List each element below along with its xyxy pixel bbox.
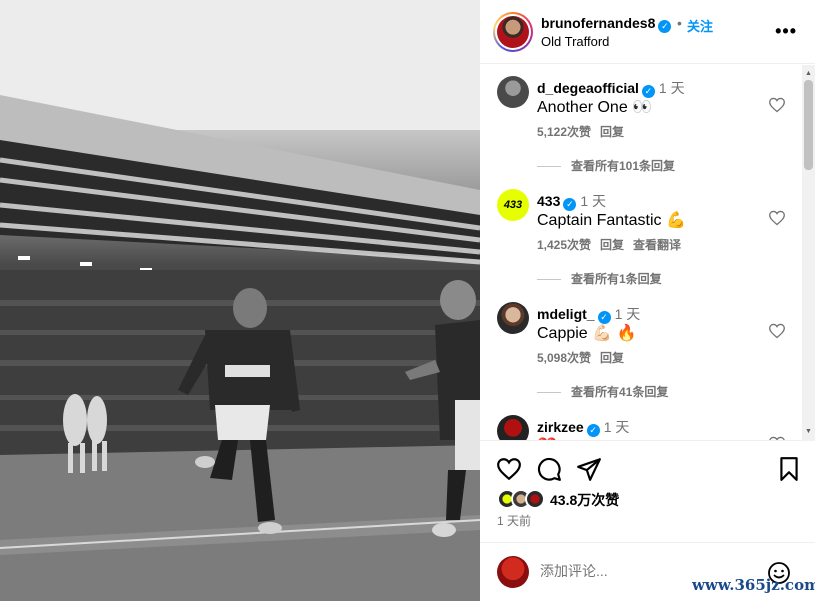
comment-like-count[interactable]: 1,425次赞: [537, 238, 591, 252]
scroll-down-arrow-icon[interactable]: ▼: [805, 428, 812, 435]
comment-time: 1 天: [614, 306, 641, 322]
heart-icon[interactable]: [768, 210, 786, 226]
verified-badge-icon: ✓: [658, 20, 672, 33]
like-count[interactable]: 43.8万次赞: [550, 490, 619, 510]
follow-button[interactable]: 关注: [687, 16, 713, 35]
heart-icon[interactable]: [768, 97, 786, 113]
comment-meta: 5,098次赞 回复: [537, 349, 633, 366]
current-user-avatar: [497, 556, 529, 588]
verified-badge-icon: ✓: [586, 424, 600, 437]
reply-button[interactable]: 回复: [600, 351, 624, 365]
comments-list[interactable]: d_degeaofficial ✓ 1 天 Another One 👀 5,122次…: [480, 65, 815, 441]
commenter-username[interactable]: 433 ✓ 1 天: [537, 191, 606, 211]
commenter-username[interactable]: zirkzee ✓ 1 天: [537, 417, 629, 437]
more-options-icon[interactable]: •••: [775, 21, 797, 42]
share-send-icon[interactable]: [576, 456, 602, 482]
commenter-avatar[interactable]: [497, 302, 529, 334]
watermark-text: www.365jz.com: [692, 576, 815, 594]
author-username[interactable]: brunofernandes8 ✓: [541, 15, 672, 33]
commenter-username[interactable]: d_degeaofficial ✓ 1 天: [537, 78, 685, 98]
stadium-photo: [0, 0, 480, 601]
comment-meta: 5,122次赞 回复: [537, 123, 633, 140]
like-heart-icon[interactable]: [496, 456, 522, 482]
comment-meta: 1,425次赞 回复 查看翻译: [537, 236, 690, 253]
commenter-avatar[interactable]: [497, 415, 529, 440]
post-actions: 43.8万次赞 1 天前: [480, 442, 815, 542]
scrollbar-thumb[interactable]: [804, 80, 813, 170]
post-time-ago: 1 天前: [497, 514, 532, 528]
post-header: brunofernandes8 ✓ • 关注 Old Trafford •••: [480, 0, 815, 64]
brand-logo-433: 433: [503, 199, 523, 211]
author-avatar[interactable]: [493, 12, 533, 52]
heart-icon[interactable]: [768, 323, 786, 339]
commenter-avatar[interactable]: 433: [497, 189, 529, 221]
comment-like-count[interactable]: 5,122次赞: [537, 125, 591, 139]
post-photo: [0, 0, 480, 601]
post-location[interactable]: Old Trafford: [541, 34, 609, 49]
scroll-up-arrow-icon[interactable]: ▲: [805, 70, 812, 77]
comment-text: Another One 👀: [537, 99, 653, 116]
comment-text: Cappie 💪🏻 🔥: [537, 325, 637, 342]
comment-time: 1 天: [580, 193, 607, 209]
commenter-username[interactable]: mdeligt_ ✓ 1 天: [537, 304, 640, 324]
view-replies-button[interactable]: 查看所有101条回复: [537, 157, 675, 174]
bookmark-save-icon[interactable]: [776, 456, 802, 482]
avatar: [525, 489, 545, 509]
view-replies-button[interactable]: 查看所有41条回复: [537, 383, 668, 400]
separator-dot: •: [677, 15, 682, 31]
commenter-avatar[interactable]: [497, 76, 529, 108]
comment-text: ❤️: [537, 436, 557, 440]
comment-text: Captain Fantastic 💪: [537, 212, 686, 229]
heart-icon[interactable]: [768, 436, 786, 441]
comment-bubble-icon[interactable]: [536, 456, 562, 482]
comment-time: 1 天: [603, 419, 630, 435]
view-replies-button[interactable]: 查看所有1条回复: [537, 270, 662, 287]
comment-like-count[interactable]: 5,098次赞: [537, 351, 591, 365]
reply-button[interactable]: 回复: [600, 125, 624, 139]
comment-time: 1 天: [658, 80, 685, 96]
post-side-panel: brunofernandes8 ✓ • 关注 Old Trafford ••• d…: [480, 0, 815, 601]
see-translation-button[interactable]: 查看翻译: [633, 238, 681, 252]
reply-button[interactable]: 回复: [600, 238, 624, 252]
